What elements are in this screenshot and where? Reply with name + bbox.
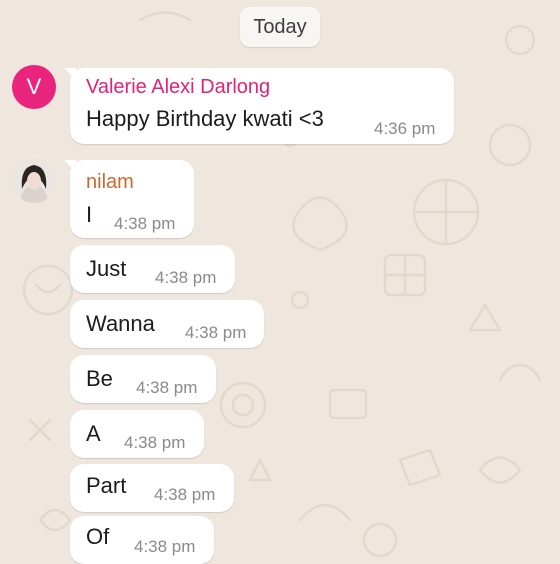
message-text: Part [86, 473, 127, 498]
message-bubble-nilam[interactable]: nilam I 4:38 pm [70, 160, 194, 238]
message-bubble-nilam[interactable]: Be 4:38 pm [70, 355, 216, 403]
date-divider: Today [240, 7, 320, 47]
message-time: 4:38 pm [124, 433, 186, 452]
message-time: 4:38 pm [134, 537, 196, 556]
sender-name-valerie[interactable]: Valerie Alexi Darlong [86, 76, 270, 99]
message-time: 4:38 pm [114, 214, 176, 233]
message-bubble-nilam[interactable]: A 4:38 pm [70, 410, 204, 458]
message-bubble-nilam[interactable]: Of 4:38 pm [70, 516, 214, 564]
message-text: Wanna [86, 311, 155, 336]
message-text: I [86, 202, 93, 227]
message-time: 4:38 pm [154, 485, 216, 504]
message-bubble-nilam[interactable]: Just 4:38 pm [70, 245, 235, 293]
message-bubble-valerie[interactable]: Valerie Alexi Darlong Happy Birthday kwa… [70, 68, 454, 144]
message-text: Happy Birthday kwati <3 [86, 106, 324, 131]
message-time: 4:38 pm [185, 323, 247, 342]
message-bubble-nilam[interactable]: Part 4:38 pm [70, 464, 234, 512]
message-text: Of [86, 524, 110, 549]
sender-avatar-nilam[interactable] [12, 159, 56, 203]
message-text: A [86, 421, 101, 446]
message-text: Just [86, 256, 127, 281]
message-time: 4:38 pm [155, 268, 217, 287]
message-time: 4:38 pm [136, 378, 198, 397]
sender-avatar-valerie[interactable]: V [12, 65, 56, 109]
profile-photo-icon [12, 159, 56, 203]
message-bubble-nilam[interactable]: Wanna 4:38 pm [70, 300, 264, 348]
message-time: 4:36 pm [374, 119, 436, 138]
sender-name-nilam[interactable]: nilam [86, 171, 134, 194]
message-text: Be [86, 366, 113, 391]
